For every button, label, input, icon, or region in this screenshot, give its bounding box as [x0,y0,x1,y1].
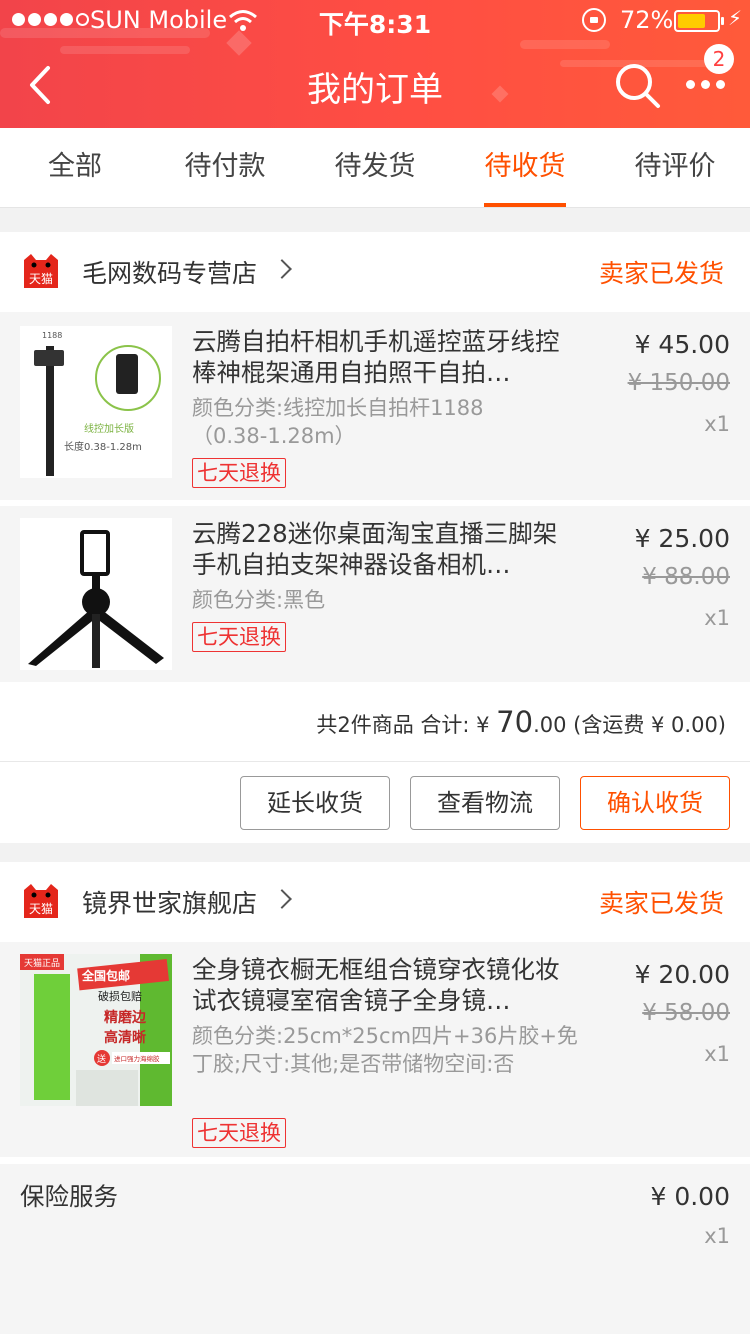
svg-text:精磨边: 精磨边 [104,1009,147,1026]
product-image [20,518,172,670]
order-total: 共2件商品 合计: ¥ 70.00 (含运费 ¥ 0.00) [0,682,750,762]
shop-name: 毛网数码专营店 [82,259,258,288]
original-price: ¥ 150.00 [627,370,730,396]
product-image: 1188 线控加长版 长度0.38-1.28m [20,326,172,478]
total-amount: 70 [496,705,534,739]
original-price: ¥ 58.00 [642,1000,730,1026]
svg-text:1188: 1188 [42,331,62,340]
tab-pending-payment[interactable]: 待付款 [150,128,300,207]
order-card: 天猫 镜界世家旗舰店 卖家已发货 天猫正品 全国包邮 破损包赔 精磨边 高清晰 … [0,862,750,1334]
shop-name: 镜界世家旗舰店 [82,889,258,918]
svg-text:进口强力海绵胶: 进口强力海绵胶 [114,1054,160,1063]
header-decoration [60,46,190,54]
order-status: 卖家已发货 [598,259,724,288]
order-card: 天猫 毛网数码专营店 卖家已发货 1188 线控加长版 长度0.38-1.28m… [0,232,750,843]
svg-text:线控加长版: 线控加长版 [84,422,134,435]
search-icon [616,64,660,108]
battery-percent: 72% [620,6,674,34]
product-image: 天猫正品 全国包邮 破损包赔 精磨边 高清晰 送 进口强力海绵胶 [20,954,172,1106]
total-prefix: 共2件商品 合计: ¥ [316,713,497,737]
tmall-logo-text: 天猫 [29,272,53,286]
tmall-logo-icon: 天猫 [24,884,58,918]
shop-header[interactable]: 天猫 毛网数码专营店 卖家已发货 [0,232,750,312]
confirm-receipt-button[interactable]: 确认收货 [580,776,730,830]
extend-receipt-button[interactable]: 延长收货 [240,776,390,830]
tmall-logo-text: 天猫 [29,902,53,916]
search-button[interactable] [612,60,662,110]
view-logistics-button[interactable]: 查看物流 [410,776,560,830]
battery-icon [674,10,724,32]
product-price: ¥ 25.00 [634,524,730,553]
more-icon [686,80,725,89]
tab-all[interactable]: 全部 [0,128,150,207]
header-decoration [520,40,610,49]
seven-day-return-tag: 七天退换 [192,458,286,488]
order-item[interactable]: 天猫正品 全国包邮 破损包赔 精磨边 高清晰 送 进口强力海绵胶 全身镜衣橱无框… [0,942,750,1157]
seven-day-return-tag: 七天退换 [192,622,286,652]
product-quantity: x1 [704,606,730,630]
tab-pending-review[interactable]: 待评价 [600,128,750,207]
product-quantity: x1 [704,412,730,436]
charging-icon: ⚡ [728,6,743,30]
order-tabs: 全部 待付款 待发货 待收货 待评价 [0,128,750,208]
insurance-quantity: x1 [704,1224,730,1248]
product-title: 全身镜衣橱无框组合镜穿衣镜化妆试衣镜寝室宿舍镜子全身镜… [192,955,560,1015]
insurance-price: ¥ 0.00 [650,1182,730,1211]
svg-text:破损包赔: 破损包赔 [98,989,142,1003]
product-price: ¥ 20.00 [634,960,730,989]
svg-text:长度0.38-1.28m: 长度0.38-1.28m [64,440,142,453]
message-badge: 2 [704,44,734,74]
svg-text:送: 送 [97,1053,106,1065]
rotation-lock-icon [582,8,606,32]
order-status: 卖家已发货 [598,889,724,918]
order-item[interactable]: 1188 线控加长版 长度0.38-1.28m 云腾自拍杆相机手机遥控蓝牙线控棒… [0,312,750,500]
mirror-image: 天猫正品 全国包邮 破损包赔 精磨边 高清晰 送 进口强力海绵胶 [20,954,172,1106]
product-price: ¥ 45.00 [634,330,730,359]
product-spec: 颜色分类:黑色 [192,588,326,612]
status-bar: SUN Mobile 下午8:31 72% ⚡ [0,0,750,40]
total-decimal: .00 [533,713,567,737]
chevron-right-icon [272,259,292,279]
insurance-label: 保险服务 [20,1182,118,1211]
svg-text:天猫正品: 天猫正品 [24,957,60,969]
tripod-image [20,518,172,670]
chevron-right-icon [272,889,292,909]
app-header: SUN Mobile 下午8:31 72% ⚡ 我的订单 2 [0,0,750,128]
product-spec: 颜色分类:25cm*25cm四片+36片胶+免丁胶;尺寸:其他;是否带储物空间:… [192,1024,578,1076]
shipping-fee: (含运费 ¥ 0.00) [566,713,726,737]
insurance-service-row[interactable]: 保险服务 ¥ 0.00 x1 [0,1164,750,1334]
shop-header[interactable]: 天猫 镜界世家旗舰店 卖家已发货 [0,862,750,942]
svg-text:全国包邮: 全国包邮 [81,968,130,983]
tab-pending-receipt[interactable]: 待收货 [450,128,600,207]
tab-pending-shipment[interactable]: 待发货 [300,128,450,207]
seven-day-return-tag: 七天退换 [192,1118,286,1148]
svg-text:高清晰: 高清晰 [104,1029,146,1046]
tmall-logo-icon: 天猫 [24,254,58,288]
product-title: 云腾228迷你桌面淘宝直播三脚架手机自拍支架神器设备相机… [192,519,558,579]
order-item[interactable]: 云腾228迷你桌面淘宝直播三脚架手机自拍支架神器设备相机… 颜色分类:黑色 七天… [0,506,750,682]
product-quantity: x1 [704,1042,730,1066]
selfie-stick-image: 1188 线控加长版 长度0.38-1.28m [20,326,172,478]
product-title: 云腾自拍杆相机手机遥控蓝牙线控棒神棍架通用自拍照干自拍… [192,327,560,387]
original-price: ¥ 88.00 [642,564,730,590]
product-spec: 颜色分类:线控加长自拍杆1188（0.38-1.28m） [192,396,484,448]
